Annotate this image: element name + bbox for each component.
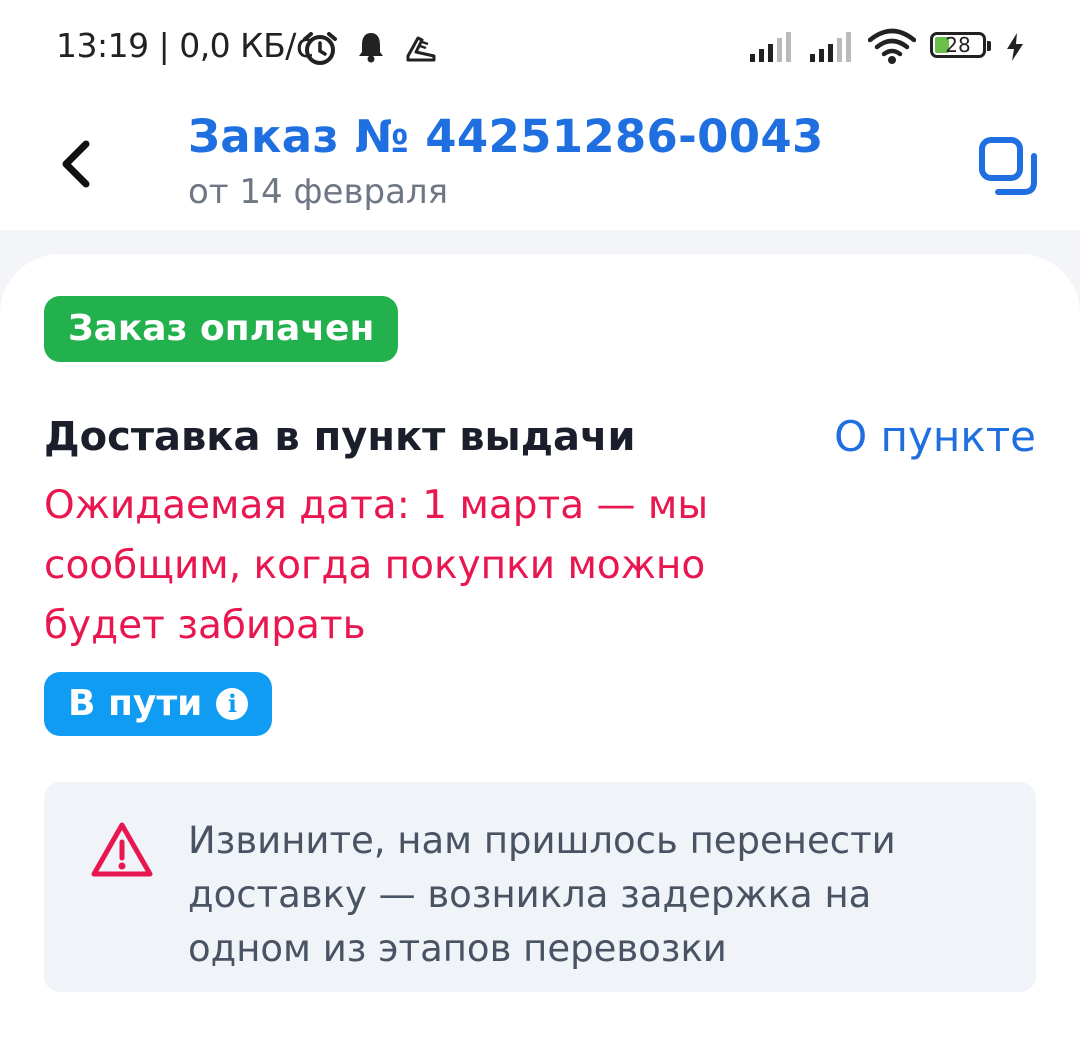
back-icon[interactable] [52,138,100,190]
sneaker-icon [406,36,436,62]
bell-icon [359,33,383,63]
alarm-icon [303,32,337,65]
delay-notice-text: Извините, нам пришлось перенести доставк… [188,819,896,970]
delivery-title: Доставка в пункт выдачи [44,414,636,460]
delay-notice: Извините, нам пришлось перенести доставк… [44,782,1036,992]
in-transit-label: В пути [68,683,203,724]
info-icon[interactable]: i [216,688,249,720]
status-bar: 13:19 | 0,0 КБ/с 28 [0,0,1080,96]
wifi-icon [868,28,916,64]
warning-icon [91,822,153,877]
in-transit-badge[interactable]: В пути i [44,672,273,736]
expected-date-text: Ожидаемая дата: 1 марта — мы сообщим, ко… [44,483,709,648]
copy-icon[interactable] [978,136,1040,196]
app-header: Заказ № 44251286-0043 от 14 февраля [0,96,1080,230]
about-point-link[interactable]: О пункте [834,412,1036,461]
signal-icon [750,32,791,62]
battery-icon: 28 [930,32,991,58]
signal-icon [810,32,851,62]
order-card: Заказ оплачен Доставка в пункт выдачи О … [0,254,1080,1054]
charging-icon [1007,33,1023,61]
paid-badge: Заказ оплачен [44,296,399,362]
order-date: от 14 февраля [188,172,449,212]
status-time: 13:19 | 0,0 КБ/с [56,26,314,65]
battery-level: 28 [945,33,971,57]
order-title: Заказ № 44251286-0043 [188,110,824,163]
